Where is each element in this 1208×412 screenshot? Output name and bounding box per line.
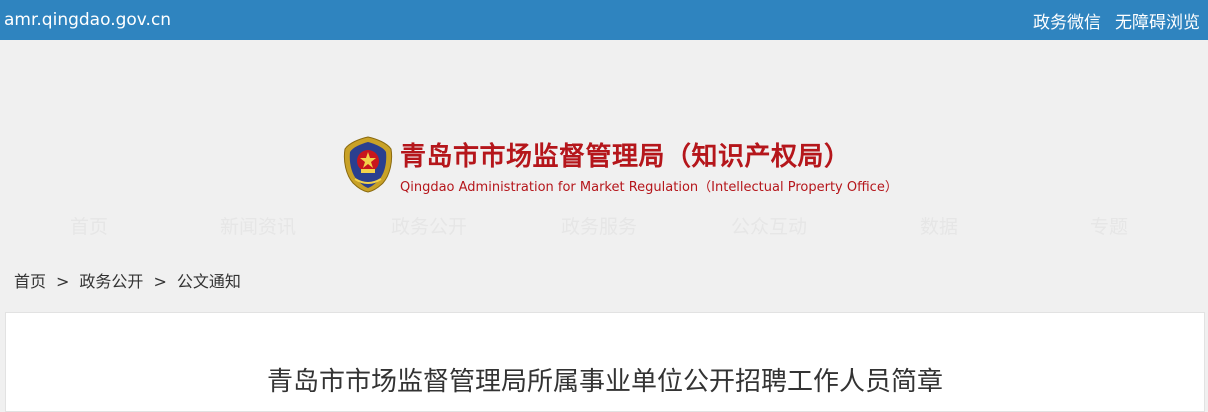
breadcrumb-home[interactable]: 首页	[14, 272, 46, 291]
main-nav: 首页 新闻资讯 政务公开 政务服务 公众互动 数据 专题	[0, 212, 1208, 239]
breadcrumb: 首页 > 政务公开 > 公文通知	[14, 268, 241, 292]
top-links: 政务微信 无障碍浏览	[1033, 8, 1200, 33]
nav-services[interactable]: 政务服务	[539, 212, 659, 239]
site-domain: amr.qingdao.gov.cn	[4, 10, 172, 30]
article-title: 青岛市市场监督管理局所属事业单位公开招聘工作人员简章	[266, 367, 943, 397]
breadcrumb-notices[interactable]: 公文通知	[177, 272, 241, 291]
nav-home[interactable]: 首页	[29, 212, 149, 239]
breadcrumb-separator: >	[56, 272, 70, 291]
article-panel: 青岛市市场监督管理局所属事业单位公开招聘工作人员简章	[5, 312, 1205, 412]
police-emblem-icon[interactable]	[341, 135, 395, 193]
site-title[interactable]: 青岛市市场监督管理局（知识产权局）	[400, 136, 851, 173]
breadcrumb-separator: >	[153, 272, 167, 291]
wechat-link[interactable]: 政务微信	[1033, 8, 1101, 33]
breadcrumb-gov-affairs[interactable]: 政务公开	[79, 272, 143, 291]
site-subtitle: Qingdao Administration for Market Regula…	[400, 180, 898, 195]
nav-gov-affairs[interactable]: 政务公开	[369, 212, 489, 239]
top-bar: amr.qingdao.gov.cn 政务微信 无障碍浏览	[0, 0, 1208, 40]
nav-data[interactable]: 数据	[879, 212, 999, 239]
site-header: 青岛市市场监督管理局（知识产权局） Qingdao Administration…	[0, 40, 1208, 200]
accessibility-link[interactable]: 无障碍浏览	[1115, 8, 1200, 33]
nav-topics[interactable]: 专题	[1049, 212, 1169, 239]
nav-interaction[interactable]: 公众互动	[709, 212, 829, 239]
nav-news[interactable]: 新闻资讯	[198, 212, 318, 239]
